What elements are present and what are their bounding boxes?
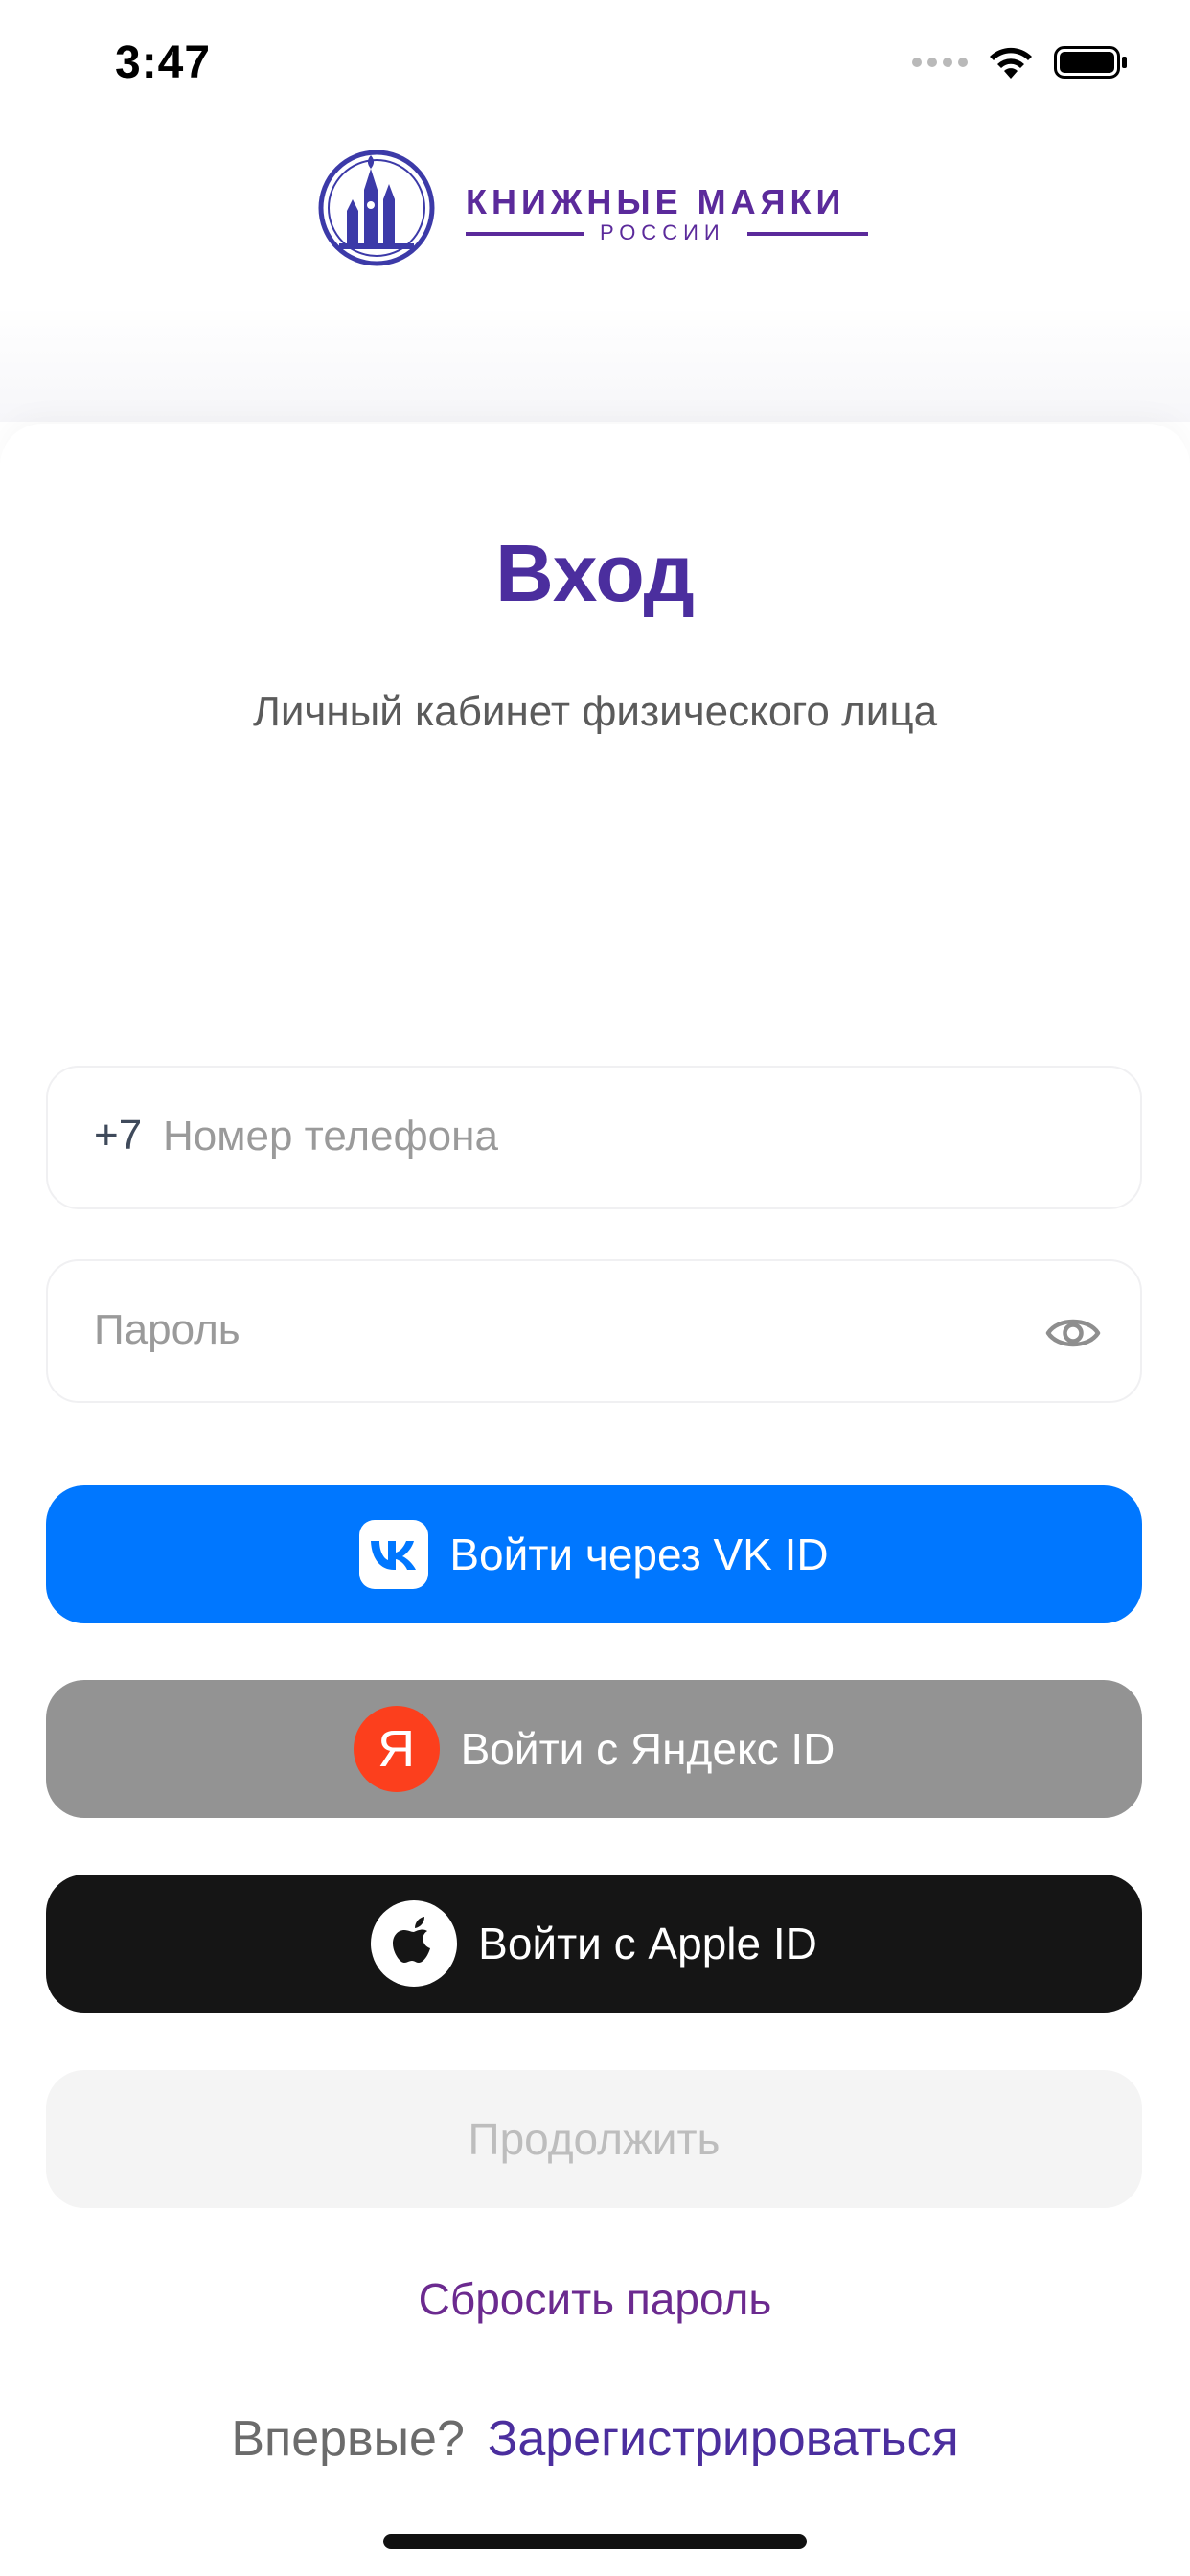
- reset-password-link[interactable]: Сбросить пароль: [0, 2273, 1190, 2325]
- status-time: 3:47: [115, 37, 212, 88]
- cellular-signal-icon: [912, 58, 968, 67]
- password-field[interactable]: [46, 1259, 1142, 1403]
- status-bar: 3:47: [0, 0, 1190, 134]
- logo-divider-right: [747, 232, 868, 236]
- lighthouse-emblem-icon: [318, 150, 435, 266]
- yandex-login-button[interactable]: Я Войти с Яндекс ID: [46, 1680, 1142, 1818]
- logo-subtitle: РОССИИ: [600, 220, 725, 244]
- password-input[interactable]: [94, 1300, 1014, 1361]
- battery-icon: [1054, 46, 1127, 79]
- wifi-icon: [990, 47, 1032, 79]
- vk-logo-icon: [359, 1520, 429, 1589]
- vk-login-button[interactable]: Войти через VK ID: [46, 1485, 1142, 1623]
- yandex-login-label: Войти с Яндекс ID: [460, 1724, 835, 1774]
- continue-label: Продолжить: [468, 2114, 721, 2164]
- eye-icon[interactable]: [1044, 1304, 1102, 1362]
- phone-field[interactable]: +7: [46, 1066, 1142, 1209]
- logo-divider-left: [466, 232, 584, 236]
- register-link[interactable]: Зарегистрироваться: [488, 2411, 959, 2467]
- login-card: Вход Личный кабинет физического лица +7 …: [0, 424, 1190, 2576]
- apple-login-button[interactable]: Войти с Apple ID: [46, 1874, 1142, 2012]
- register-question: Впервые?: [231, 2411, 465, 2467]
- status-icons: [912, 44, 1129, 80]
- yandex-logo-icon: Я: [353, 1706, 440, 1792]
- app-logo: КНИЖНЫЕ МАЯКИ РОССИИ: [316, 144, 891, 268]
- apple-logo-icon: [371, 1900, 458, 1987]
- header: КНИЖНЫЕ МАЯКИ РОССИИ: [0, 134, 1190, 422]
- vk-login-label: Войти через VK ID: [449, 1530, 829, 1579]
- continue-button[interactable]: Продолжить: [46, 2070, 1142, 2208]
- logo-title: КНИЖНЫЕ МАЯКИ: [466, 182, 846, 221]
- page-subtitle: Личный кабинет физического лица: [252, 688, 938, 735]
- apple-login-label: Войти с Apple ID: [478, 1919, 817, 1968]
- phone-prefix: +7: [94, 1112, 143, 1159]
- phone-input[interactable]: [163, 1106, 1102, 1167]
- page-title: Вход: [495, 528, 695, 618]
- register-row: Впервые? Зарегистрироваться: [0, 2410, 1190, 2468]
- home-indicator: [383, 2534, 807, 2549]
